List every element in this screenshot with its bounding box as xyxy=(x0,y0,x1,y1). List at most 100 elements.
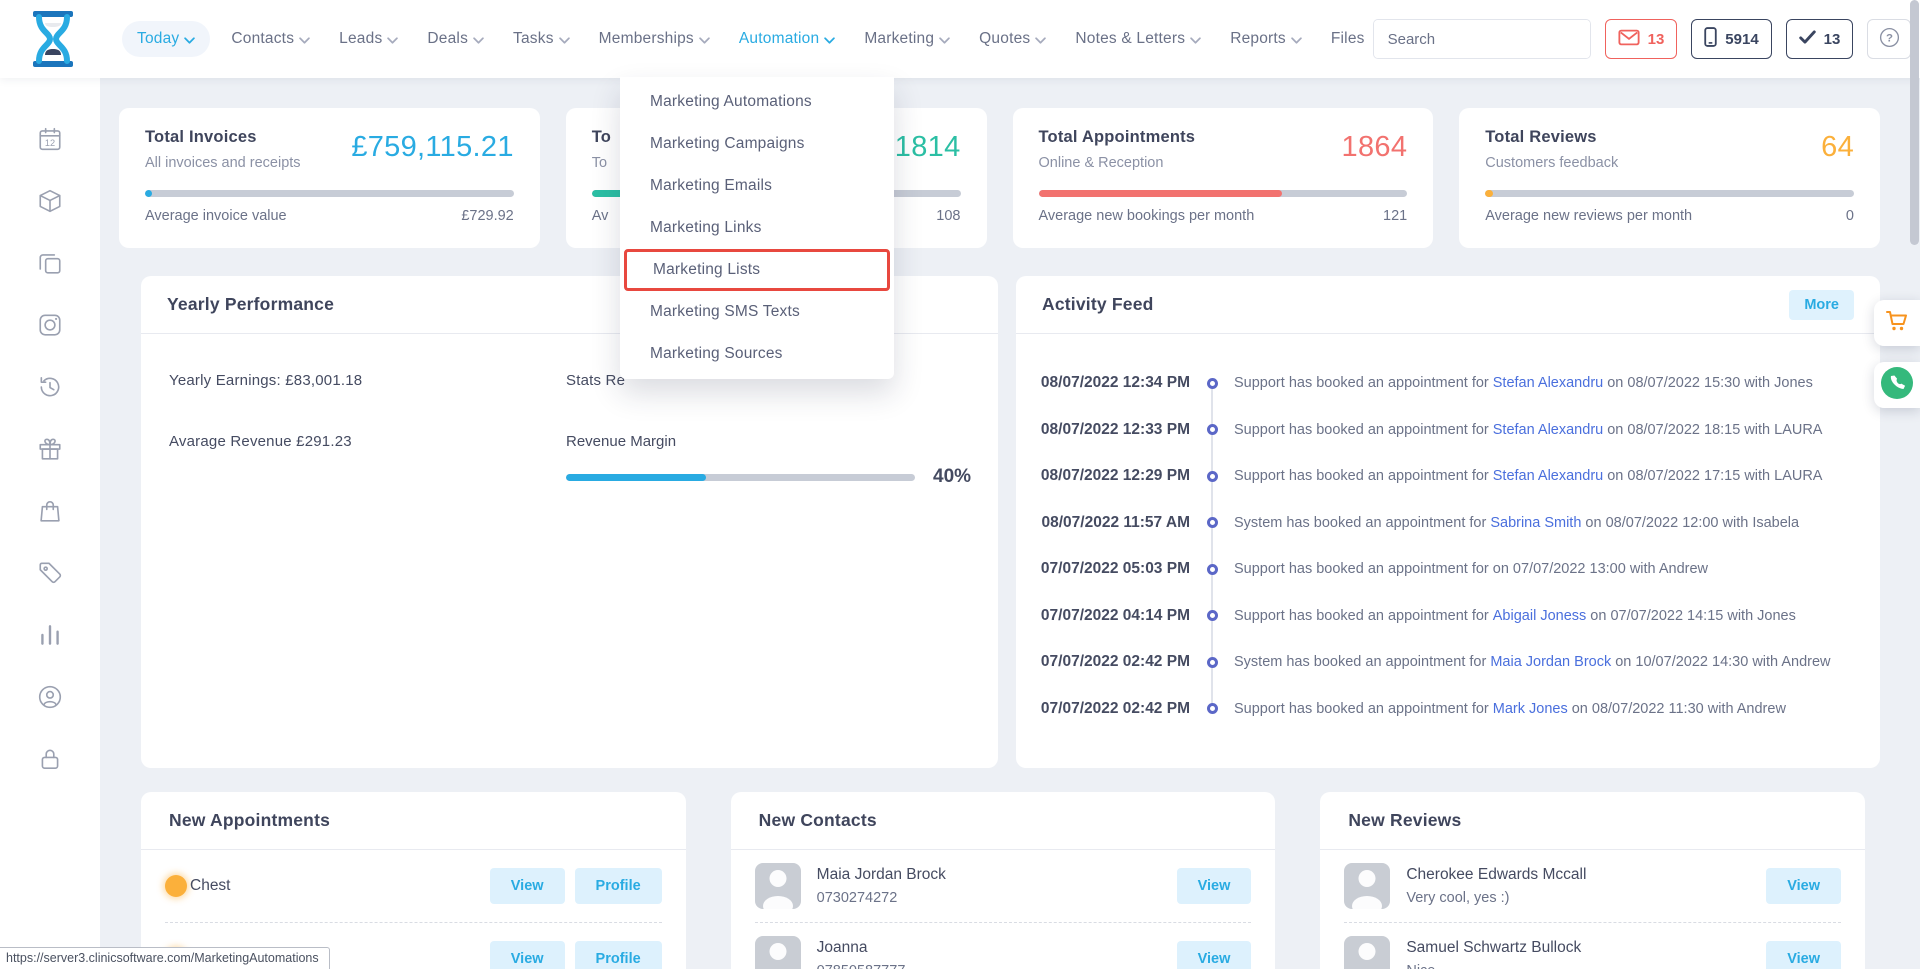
shopping-bag-icon[interactable] xyxy=(37,498,63,524)
main-nav: Today Contacts Leads Deals xyxy=(122,21,1373,57)
contact-link[interactable]: Mark Jones xyxy=(1493,701,1568,717)
stat-progress-bar xyxy=(1485,190,1854,197)
new-reviews-title: New Reviews xyxy=(1348,810,1461,831)
nav-item[interactable]: Marketing xyxy=(856,21,958,57)
view-button[interactable]: View xyxy=(1177,941,1252,969)
nav-item[interactable]: Memberships xyxy=(591,21,718,57)
gift-icon[interactable] xyxy=(37,436,63,462)
yearly-performance-title: Yearly Performance xyxy=(167,294,334,315)
activity-entry: 08/07/2022 12:29 PM Support has booked a… xyxy=(1040,453,1860,500)
stat-footer-label: Average invoice value xyxy=(145,208,287,224)
dropdown-menu-item[interactable]: Marketing Links xyxy=(620,207,894,249)
activity-text: Support has booked an appointment for St… xyxy=(1234,375,1860,391)
revenue-margin-percent: 40% xyxy=(933,466,971,488)
contact-link[interactable]: Stefan Alexandru xyxy=(1493,468,1603,484)
more-button[interactable]: More xyxy=(1789,290,1854,320)
stat-footer-value: 0 xyxy=(1846,208,1854,224)
tag-icon[interactable] xyxy=(37,560,63,586)
nav-item-label: Leads xyxy=(339,30,382,48)
activity-text: Support has booked an appointment for St… xyxy=(1234,422,1860,438)
stat-card-value: 1864 xyxy=(1342,131,1408,171)
photo-icon[interactable] xyxy=(37,312,63,338)
view-button[interactable]: View xyxy=(1177,868,1252,904)
messages-badge[interactable]: 13 xyxy=(1605,19,1678,59)
dropdown-menu-item[interactable]: Marketing Lists xyxy=(624,249,890,291)
appointment-label: Chest xyxy=(190,877,231,895)
tasks-badge[interactable]: 13 xyxy=(1786,19,1854,59)
history-icon[interactable] xyxy=(37,374,63,400)
nav-item-label: Memberships xyxy=(599,30,694,48)
chevron-down-icon xyxy=(699,37,710,44)
check-icon xyxy=(1799,30,1816,48)
clinicsoftware-logo[interactable] xyxy=(28,9,78,69)
profile-button[interactable]: Profile xyxy=(575,868,662,904)
profile-button[interactable]: Profile xyxy=(575,941,662,969)
dropdown-menu-item[interactable]: Marketing Sources xyxy=(620,333,894,375)
stat-progress-fill xyxy=(1039,190,1282,197)
view-button[interactable]: View xyxy=(1766,941,1841,969)
nav-item-label: Automation xyxy=(739,30,819,48)
nav-item[interactable]: Contacts xyxy=(223,21,318,57)
cart-widget[interactable] xyxy=(1874,300,1920,346)
nav-item[interactable]: Today xyxy=(122,21,210,57)
nav-item[interactable]: Reports xyxy=(1222,21,1310,57)
activity-timestamp: 08/07/2022 12:29 PM xyxy=(1040,467,1190,485)
view-button[interactable]: View xyxy=(1766,868,1841,904)
copy-icon[interactable] xyxy=(37,250,63,276)
nav-item[interactable]: Quotes xyxy=(971,21,1054,57)
timeline-marker-icon xyxy=(1207,610,1218,621)
calls-count: 5914 xyxy=(1725,31,1758,48)
activity-text-post: on 07/07/2022 13:00 with Andrew xyxy=(1493,561,1708,577)
mobile-phone-icon xyxy=(1704,27,1717,51)
contact-link[interactable]: Maia Jordan Brock xyxy=(1490,654,1611,670)
nav-item[interactable]: Deals xyxy=(419,21,492,57)
nav-item-label: Quotes xyxy=(979,30,1030,48)
dropdown-menu-item[interactable]: Marketing SMS Texts xyxy=(620,291,894,333)
chevron-down-icon xyxy=(387,37,398,44)
activity-feed-title: Activity Feed xyxy=(1042,294,1154,315)
view-button[interactable]: View xyxy=(490,868,565,904)
lock-icon[interactable] xyxy=(37,746,63,772)
contact-link[interactable]: Stefan Alexandru xyxy=(1493,375,1603,391)
activity-entry: 08/07/2022 11:57 AM System has booked an… xyxy=(1040,500,1860,547)
activity-timestamp: 08/07/2022 12:33 PM xyxy=(1040,421,1190,439)
activity-text: Support has booked an appointment for Ma… xyxy=(1234,701,1860,717)
nav-item[interactable]: Automation xyxy=(731,21,843,57)
dropdown-menu-item[interactable]: Marketing Emails xyxy=(620,165,894,207)
calls-badge[interactable]: 5914 xyxy=(1691,19,1771,59)
revenue-margin-label: Revenue Margin xyxy=(566,433,971,450)
dropdown-menu-item[interactable]: Marketing Campaigns xyxy=(620,123,894,165)
contact-phone: 07850587777 xyxy=(817,963,906,969)
view-button[interactable]: View xyxy=(490,941,565,969)
svg-text:?: ? xyxy=(1886,32,1893,44)
nav-item[interactable]: Leads xyxy=(331,21,406,57)
search-input[interactable] xyxy=(1374,20,1591,58)
calendar-icon[interactable]: 12 xyxy=(37,126,63,152)
activity-timestamp: 08/07/2022 11:57 AM xyxy=(1040,514,1190,532)
activity-timestamp: 07/07/2022 04:14 PM xyxy=(1040,607,1190,625)
contact-link[interactable]: Stefan Alexandru xyxy=(1493,422,1603,438)
phone-widget[interactable] xyxy=(1874,362,1920,408)
help-button[interactable]: ? xyxy=(1867,19,1911,59)
phone-call-icon xyxy=(1880,366,1914,405)
contact-link[interactable]: Abigail Joness xyxy=(1493,608,1587,624)
package-icon[interactable] xyxy=(37,188,63,214)
chevron-down-icon xyxy=(939,37,950,44)
dropdown-menu-item[interactable]: Marketing Automations xyxy=(620,81,894,123)
stat-card-title: To xyxy=(592,128,611,147)
new-appointments-panel: New Appointments Chest View Profile Boto… xyxy=(141,792,686,969)
stat-footer-label: Av xyxy=(592,208,609,224)
nav-item[interactable]: Notes & Letters xyxy=(1067,21,1209,57)
bar-chart-icon[interactable] xyxy=(37,622,63,648)
nav-item[interactable]: Tasks xyxy=(505,21,578,57)
page-scrollbar[interactable] xyxy=(1910,0,1919,245)
stat-footer-value: £729.92 xyxy=(461,208,513,224)
contact-link[interactable]: Sabrina Smith xyxy=(1490,515,1581,531)
stat-footer-value: 108 xyxy=(936,208,960,224)
nav-item[interactable]: Files xyxy=(1323,21,1373,57)
stat-card-subtitle: All invoices and receipts xyxy=(145,155,301,171)
support-icon[interactable] xyxy=(37,684,63,710)
nav-item-label: Today xyxy=(137,30,179,48)
activity-text-pre: Support has booked an appointment for xyxy=(1234,375,1493,391)
activity-text-pre: Support has booked an appointment for xyxy=(1234,608,1493,624)
